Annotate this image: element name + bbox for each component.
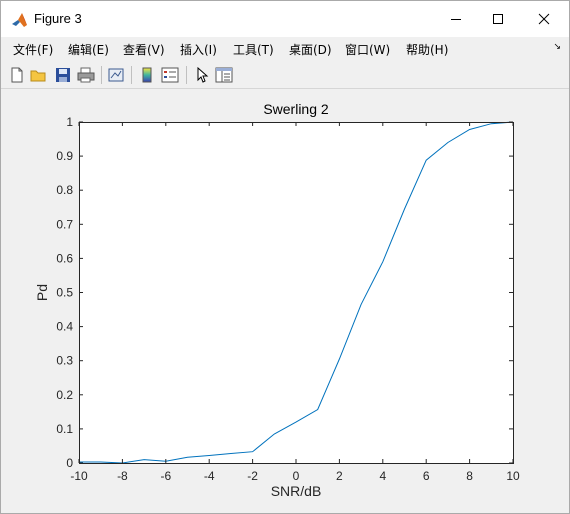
insert-colorbar-button[interactable] xyxy=(137,65,157,85)
x-tick-label: 8 xyxy=(466,469,473,483)
menu-tools[interactable]: 工具(T) xyxy=(233,41,274,58)
print-button[interactable] xyxy=(76,65,96,85)
edit-plot-button[interactable] xyxy=(192,65,212,85)
figure-window: Figure 3 文件(F) 编辑(E) 查看(V) 插入(I) 工具(T) 桌… xyxy=(0,0,570,514)
figure-canvas[interactable]: -10 -8 -6 -4 -2 0 2 4 6 8 10 0 0.1 0.2 0.3 0.4 0.5 0.6 0.… xyxy=(1,89,569,513)
toolbar-separator xyxy=(186,66,187,84)
menu-file[interactable]: 文件(F) xyxy=(13,41,53,58)
save-button[interactable] xyxy=(53,65,73,85)
x-tick-label: -2 xyxy=(247,469,258,483)
toolbar-separator xyxy=(131,66,132,84)
y-tick-label: 0.5 xyxy=(56,286,73,300)
save-icon xyxy=(56,68,70,82)
menu-window[interactable]: 窗口(W) xyxy=(345,41,390,58)
x-tick-label: 0 xyxy=(293,469,300,483)
property-inspector-button[interactable] xyxy=(214,65,234,85)
chart-title: Swerling 2 xyxy=(263,101,329,117)
y-axis-label: Pd xyxy=(34,284,50,301)
line-chart[interactable]: -10 -8 -6 -4 -2 0 2 4 6 8 10 0 0.1 0.2 0.3 0.4 0.5 0.6 0.… xyxy=(1,89,569,513)
x-tick-label: -10 xyxy=(70,469,88,483)
minimize-button[interactable] xyxy=(433,1,479,37)
x-tick-label: 2 xyxy=(336,469,343,483)
maximize-button[interactable] xyxy=(475,1,521,37)
title-bar[interactable]: Figure 3 xyxy=(1,1,569,37)
menu-view[interactable]: 查看(V) xyxy=(123,41,165,58)
menu-insert[interactable]: 插入(I) xyxy=(180,41,217,58)
insert-legend-button[interactable] xyxy=(160,65,180,85)
new-file-icon xyxy=(11,67,23,83)
toolbar-separator xyxy=(101,66,102,84)
menu-desktop[interactable]: 桌面(D) xyxy=(289,41,332,58)
open-file-button[interactable] xyxy=(29,65,49,85)
y-tick-label: 0.7 xyxy=(56,217,73,231)
x-tick-label: -6 xyxy=(160,469,171,483)
minimize-icon xyxy=(451,19,461,20)
menu-bar: 文件(F) 编辑(E) 查看(V) 插入(I) 工具(T) 桌面(D) 窗口(W… xyxy=(1,37,569,59)
maximize-icon xyxy=(493,14,503,24)
y-tick-label: 0 xyxy=(66,456,73,470)
x-tick-label: 10 xyxy=(506,469,520,483)
x-tick-label: -8 xyxy=(117,469,128,483)
property-inspector-icon xyxy=(215,67,233,83)
x-axis-label: SNR/dB xyxy=(271,483,322,499)
open-folder-icon xyxy=(30,70,46,82)
menu-overflow-icon[interactable]: ↘ xyxy=(553,42,561,52)
link-plot-button[interactable] xyxy=(106,65,126,85)
axes-background xyxy=(79,122,513,463)
y-tick-label: 0.1 xyxy=(56,422,73,436)
y-tick-label: 0.3 xyxy=(56,354,73,368)
y-tick-label: 0.4 xyxy=(56,320,73,334)
close-button[interactable] xyxy=(521,1,567,37)
menu-edit[interactable]: 编辑(E) xyxy=(68,41,109,58)
legend-icon xyxy=(161,67,179,83)
y-tick-label: 0.2 xyxy=(56,388,73,402)
matlab-logo-icon xyxy=(11,11,29,29)
colorbar-icon xyxy=(142,67,152,83)
x-tick-label: -4 xyxy=(204,469,215,483)
y-tick-label: 0.6 xyxy=(56,251,73,265)
toolbar xyxy=(1,62,569,89)
close-icon xyxy=(538,13,550,25)
pointer-icon xyxy=(197,67,209,83)
new-figure-button[interactable] xyxy=(7,65,27,85)
menu-help[interactable]: 帮助(H) xyxy=(406,41,448,58)
y-tick-label: 0.9 xyxy=(56,149,73,163)
window-title: Figure 3 xyxy=(34,11,82,26)
x-tick-label: 4 xyxy=(379,469,386,483)
y-tick-label: 0.8 xyxy=(56,183,73,197)
x-tick-label: 6 xyxy=(423,469,430,483)
print-icon xyxy=(77,67,95,83)
y-tick-label: 1 xyxy=(66,115,73,129)
link-plot-icon xyxy=(108,68,124,82)
